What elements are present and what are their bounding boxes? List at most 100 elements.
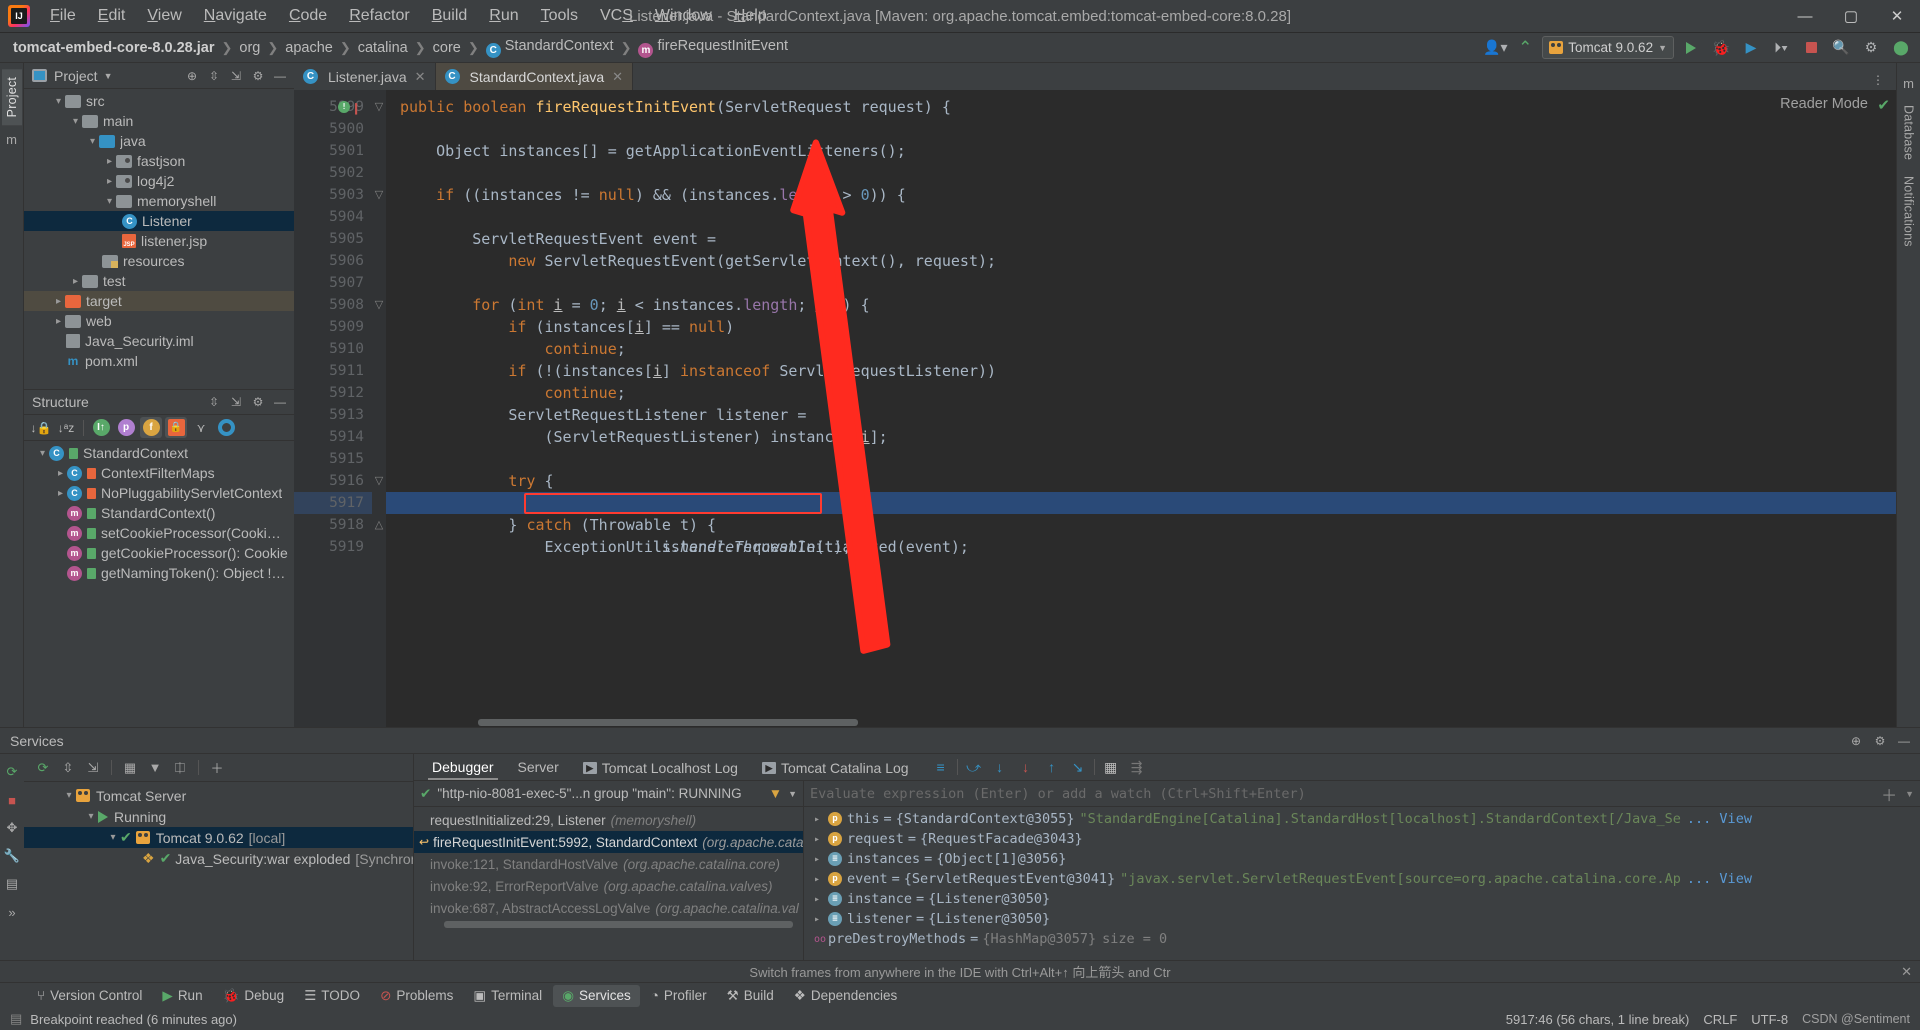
chevron-right-icon[interactable]: ▸ <box>814 834 828 845</box>
more-run-options-icon[interactable]: ⏵▾ <box>1768 36 1794 60</box>
frames-list[interactable]: requestInitialized:29, Listener (memorys… <box>414 807 803 960</box>
close-icon[interactable]: ✕ <box>1901 964 1912 980</box>
services-tree[interactable]: ▾ Tomcat Server ▾ Running ▾ ✔ Tomcat 9.0… <box>24 782 413 960</box>
locate-file-icon[interactable]: ⊕ <box>182 66 202 86</box>
evaluate-expression-bar[interactable]: ＋ ▼ <box>804 781 1920 807</box>
menu-item-file[interactable]: File <box>40 3 86 29</box>
menu-item-run[interactable]: Run <box>479 3 528 29</box>
structure-item-setcookieprocessor[interactable]: m setCookieProcessor(CookiePro <box>24 523 294 543</box>
sort-alphabetically-icon[interactable]: ↓ᵃz <box>55 417 77 438</box>
editor-tab-strip[interactable]: C Listener.java ✕ C StandardContext.java… <box>294 63 1896 90</box>
filter-icon[interactable]: ▼ <box>769 786 782 801</box>
run-configuration-selector[interactable]: Tomcat 9.0.62 ▼ <box>1542 36 1674 59</box>
sidebar-item-project[interactable]: Project <box>1 69 22 126</box>
variable-row[interactable]: ▸ ≡ instances = {Object[1]@3056} <box>804 849 1920 869</box>
bottom-tab-run[interactable]: ▶ Run <box>153 985 211 1007</box>
maximize-button[interactable]: ▢ <box>1828 0 1874 33</box>
settings-icon[interactable]: ⇶ <box>1127 757 1147 777</box>
tree-item-iml[interactable]: Java_Security.iml <box>24 331 294 351</box>
run-to-cursor-icon[interactable]: ↘ <box>1068 757 1088 777</box>
group-by-icon[interactable]: ▦ <box>119 757 141 779</box>
show-non-public-icon[interactable]: 🔒 <box>165 417 187 438</box>
tree-item-main[interactable]: ▾ main <box>24 111 294 131</box>
structure-item-ctor[interactable]: m StandardContext() <box>24 503 294 523</box>
hide-services-icon[interactable]: — <box>1894 731 1914 751</box>
tree-item-memoryshell[interactable]: ▾ memoryshell <box>24 191 294 211</box>
frame-row-selected[interactable]: ↩ fireRequestInitEvent:5992, StandardCon… <box>414 831 803 853</box>
services-tree-toolbar[interactable]: ⟳ ⇳ ⇲ ▦ ▼ ⎅ ＋ <box>24 754 413 782</box>
chevron-down-icon[interactable]: ▼ <box>1905 789 1914 799</box>
menu-item-build[interactable]: Build <box>422 3 478 29</box>
chevron-down-icon[interactable]: ▾ <box>86 136 99 147</box>
project-tree[interactable]: ▾ src ▾ main ▾ java ▸ fastjson ▸ log4j2 … <box>24 89 294 389</box>
menu-item-vcs[interactable]: VCS <box>590 3 643 29</box>
chevron-right-icon[interactable]: ▸ <box>814 874 828 885</box>
menu-item-view[interactable]: View <box>137 3 191 29</box>
breakpoint-icon[interactable]: ! <box>338 101 350 113</box>
bottom-tab-build[interactable]: ⚒ Build <box>718 985 783 1007</box>
step-out-icon[interactable]: ↑ <box>1042 757 1062 777</box>
file-encoding[interactable]: UTF-8 <box>1751 1012 1788 1027</box>
rerun-icon[interactable]: ⟳ <box>3 763 21 781</box>
editor-fold-column[interactable]: ▽ ▽ ▽ ▽ △ <box>372 90 386 727</box>
tree-item-resources[interactable]: resources <box>24 251 294 271</box>
chevron-down-icon[interactable]: ▾ <box>103 196 116 207</box>
tree-item-target[interactable]: ▸ target <box>24 291 294 311</box>
structure-item-nopluggability[interactable]: ▸ C NoPluggabilityServletContext <box>24 483 294 503</box>
breadcrumb-item-apache[interactable]: apache <box>282 38 336 58</box>
view-link[interactable]: ... View <box>1687 811 1752 827</box>
tab-listener-java[interactable]: C Listener.java ✕ <box>294 63 436 90</box>
frame-row[interactable]: invoke:687, AbstractAccessLogValve (org.… <box>414 897 803 919</box>
hide-panel-icon[interactable]: — <box>270 66 290 86</box>
tree-item-web[interactable]: ▸ web <box>24 311 294 331</box>
minimize-button[interactable]: — <box>1782 0 1828 33</box>
code-line-current[interactable]: listener.requestInitialized(event); <box>386 492 1896 556</box>
show-running-icon[interactable]: ⎅ <box>169 757 191 779</box>
add-configuration-icon[interactable]: ＋ <box>206 757 228 779</box>
breadcrumb-item-jar[interactable]: tomcat-embed-core-8.0.28.jar <box>10 38 217 58</box>
expand-all-icon[interactable]: ⇳ <box>57 757 79 779</box>
updates-icon[interactable]: ⬤ <box>1888 36 1914 60</box>
bottom-tool-window-bar[interactable]: ⑂ Version Control ▶ Run 🐞 Debug ☰ TODO ⊘ Prob… <box>0 982 1920 1008</box>
code-content[interactable]: public boolean fireRequestInitEvent(Serv… <box>386 90 1896 727</box>
project-settings-icon[interactable]: ⚙ <box>248 66 268 86</box>
chevron-right-icon[interactable]: ▸ <box>814 914 828 925</box>
code-editor[interactable]: Reader Mode ✔ 5899!❙ 5900 5901 5902 5903… <box>294 90 1896 727</box>
bottom-tab-problems[interactable]: ⊘ Problems <box>371 985 462 1007</box>
services-left-stripe[interactable]: ⟳ ■ ✥ 🔧 ▤ » <box>0 754 24 960</box>
line-separator[interactable]: CRLF <box>1703 1012 1737 1027</box>
service-item-artifact[interactable]: ❖ ✔ Java_Security:war exploded [Synchron… <box>24 848 413 869</box>
tree-item-fastjson[interactable]: ▸ fastjson <box>24 151 294 171</box>
collapse-all-icon[interactable]: ⇲ <box>82 757 104 779</box>
main-toolbar[interactable]: 👤▾ ⌃ Tomcat 9.0.62 ▼ 🐞 ▶ ⏵▾ 🔍 ⚙ ⬤ <box>1482 36 1914 60</box>
build-hammer-icon[interactable]: ⌃ <box>1512 36 1538 60</box>
variable-row[interactable]: ▸ ≡ instance = {Listener@3050} <box>804 889 1920 909</box>
sidebar-item-notifications[interactable]: Notifications <box>1899 168 1919 255</box>
settings-icon[interactable]: 🔧 <box>3 847 21 865</box>
left-tool-stripe[interactable]: Project m <box>0 63 24 727</box>
filter-icon[interactable]: ▼ <box>144 757 166 779</box>
run-button[interactable] <box>1678 36 1704 60</box>
chevron-down-icon[interactable]: ▾ <box>62 790 76 801</box>
debugger-tab-strip[interactable]: Debugger Server ▶ Tomcat Localhost Log ▶ T… <box>414 754 1920 781</box>
view-link[interactable]: ... View <box>1687 871 1752 887</box>
close-icon[interactable]: ✕ <box>612 69 623 85</box>
tab-tomcat-catalina-log[interactable]: ▶ Tomcat Catalina Log <box>750 754 921 781</box>
breadcrumb-item-method[interactable]: m fireRequestInitEvent <box>635 36 791 60</box>
menu-item-navigate[interactable]: Navigate <box>194 3 277 29</box>
tab-server[interactable]: Server <box>506 755 571 779</box>
bottom-tab-version-control[interactable]: ⑂ Version Control <box>28 985 151 1006</box>
editor-gutter[interactable]: 5899!❙ 5900 5901 5902 5903 5904 5905 590… <box>294 90 372 727</box>
breadcrumb-item-org[interactable]: org <box>236 38 263 58</box>
chevron-down-icon[interactable]: ▾ <box>52 96 65 107</box>
tree-item-listener-jsp[interactable]: JSP listener.jsp <box>24 231 294 251</box>
chevron-right-icon[interactable]: ▸ <box>54 488 67 499</box>
chevron-right-icon[interactable]: ▸ <box>814 814 828 825</box>
chevron-right-icon[interactable]: ▸ <box>103 176 116 187</box>
structure-item-contextfiltermaps[interactable]: ▸ C ContextFilterMaps <box>24 463 294 483</box>
variable-row[interactable]: oo preDestroyMethods = {HashMap@3057} si… <box>804 929 1920 949</box>
maven-stripe-icon[interactable]: m <box>1900 74 1918 92</box>
bottom-tab-profiler[interactable]: ◔ Profiler <box>642 985 716 1006</box>
chevron-down-icon[interactable]: ▾ <box>106 832 120 843</box>
breadcrumb[interactable]: tomcat-embed-core-8.0.28.jar ❯ org ❯ apa… <box>10 36 791 60</box>
